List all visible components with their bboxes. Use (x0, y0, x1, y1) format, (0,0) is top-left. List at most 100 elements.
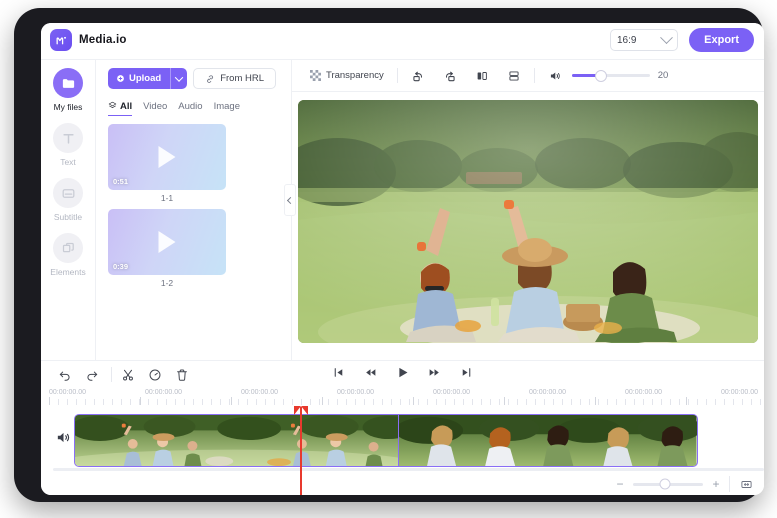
media-io-logo-icon (50, 29, 72, 51)
clip-thumbnail-strip (399, 415, 697, 466)
brand-area: Media.io (50, 29, 127, 51)
sidebar-label: Subtitle (54, 212, 82, 222)
preview-area: Transparency (292, 60, 764, 360)
zoom-in-button[interactable]: + (710, 478, 722, 490)
aspect-ratio-select[interactable]: 16:9 (610, 29, 678, 51)
from-url-label: From HRL (220, 73, 264, 84)
volume-value: 20 (658, 70, 669, 81)
divider (534, 68, 535, 83)
sidebar-label: Text (60, 157, 76, 167)
skip-to-end-button[interactable] (459, 364, 475, 380)
timeline-panel: 00:00:00.00 00:00:00.00 00:00:00.00 00:0… (41, 360, 764, 495)
skip-end-icon (460, 366, 473, 379)
timeline-playhead[interactable] (300, 407, 302, 495)
preview-toolbar: Transparency (292, 60, 764, 92)
chevron-down-icon (660, 31, 673, 44)
divider (397, 68, 398, 83)
timeline-toolbar (41, 361, 764, 388)
tab-all[interactable]: All (108, 101, 132, 115)
timeline-clip[interactable] (75, 415, 398, 466)
tab-video[interactable]: Video (143, 101, 167, 115)
media-item[interactable]: 0:51 1-1 (108, 124, 291, 203)
fit-to-screen-icon (740, 478, 753, 491)
chevron-down-icon (175, 73, 183, 81)
ruler-ticks-major (49, 397, 764, 405)
sidebar-label: Elements (50, 267, 85, 277)
preview-frame-image (298, 100, 758, 343)
rotate-right-button[interactable] (434, 65, 466, 87)
media-thumbnail[interactable]: 0:39 (108, 209, 226, 275)
sidebar-item-my-files[interactable]: My files (41, 68, 95, 112)
track-audio-toggle[interactable] (55, 429, 72, 446)
upload-dropdown-button[interactable] (170, 68, 187, 89)
rewind-button[interactable] (363, 364, 379, 380)
timeline-footer: − + (41, 473, 764, 495)
fit-to-screen-button[interactable] (729, 476, 756, 492)
play-button[interactable] (395, 364, 411, 380)
video-preview[interactable] (298, 100, 758, 343)
media-item[interactable]: 0:39 1-2 (108, 209, 291, 288)
layers-icon (108, 101, 117, 110)
volume-button[interactable] (539, 65, 564, 87)
volume-slider-handle[interactable] (595, 70, 607, 82)
upload-button-group[interactable]: Upload (108, 68, 187, 89)
timecode-label: 00:00:00.00 (337, 389, 374, 396)
device-frame: Media.io 16:9 Export My files (14, 8, 763, 502)
timeline-zoom-slider[interactable] (633, 483, 703, 486)
flip-horizontal-icon (475, 69, 489, 83)
timeline-zoom-handle[interactable] (660, 479, 671, 490)
rewind-icon (364, 366, 377, 379)
flip-horizontal-button[interactable] (466, 65, 498, 87)
video-canvas-area (292, 92, 764, 360)
speaker-icon (55, 429, 72, 446)
timeline-clip-group[interactable] (74, 414, 698, 467)
speaker-icon (548, 69, 562, 83)
fast-forward-icon (428, 366, 441, 379)
timecode-label: 00:00:00.00 (625, 389, 662, 396)
transparency-label: Transparency (326, 70, 384, 81)
link-icon (205, 74, 215, 84)
timecode-label: 00:00:00.00 (49, 389, 86, 396)
timeline-horizontal-scrollbar[interactable] (53, 468, 764, 471)
media-duration: 0:51 (113, 177, 128, 186)
flip-vertical-button[interactable] (498, 65, 530, 87)
transparency-button[interactable]: Transparency (301, 65, 393, 87)
sidebar-item-elements[interactable]: Elements (41, 233, 95, 277)
timeline-track (41, 407, 764, 469)
media-thumbnail[interactable]: 0:51 (108, 124, 226, 190)
play-icon (159, 231, 176, 253)
sidebar-item-text[interactable]: Text (41, 123, 95, 167)
playback-controls (41, 364, 764, 380)
app-header: Media.io 16:9 Export (41, 23, 764, 60)
timeline-ruler[interactable]: 00:00:00.00 00:00:00.00 00:00:00.00 00:0… (41, 388, 764, 407)
timecode-label: 00:00:00.00 (529, 389, 566, 396)
skip-start-icon (332, 366, 345, 379)
fast-forward-button[interactable] (427, 364, 443, 380)
media-duration: 0:39 (113, 262, 128, 271)
rotate-left-icon (411, 69, 425, 83)
checkerboard-icon (310, 70, 321, 81)
timecode-label: 00:00:00.00 (145, 389, 182, 396)
app-window: Media.io 16:9 Export My files (41, 23, 764, 495)
screenshot-root: Media.io 16:9 Export My files (0, 0, 777, 518)
rotate-left-button[interactable] (402, 65, 434, 87)
media-library-panel: Upload From HRL All (96, 60, 292, 360)
media-item-name: 1-1 (108, 193, 226, 203)
rotate-right-icon (443, 69, 457, 83)
zoom-out-button[interactable]: − (614, 478, 626, 490)
tab-all-label: All (120, 101, 132, 112)
tab-image[interactable]: Image (214, 101, 240, 115)
skip-to-start-button[interactable] (331, 364, 347, 380)
plus-circle-icon (116, 74, 125, 83)
sidebar-item-subtitle[interactable]: Subtitle (41, 178, 95, 222)
upload-label: Upload (129, 73, 161, 84)
text-icon (53, 123, 83, 153)
tab-audio[interactable]: Audio (178, 101, 202, 115)
export-button[interactable]: Export (689, 28, 754, 52)
collapse-left-icon[interactable] (284, 184, 296, 216)
main-area: My files Text Subtitle Elemen (41, 60, 764, 360)
timeline-clip[interactable] (398, 415, 697, 466)
from-url-button[interactable]: From HRL (193, 68, 276, 89)
volume-slider[interactable] (572, 74, 650, 77)
timecode-label: 00:00:00.00 (433, 389, 470, 396)
